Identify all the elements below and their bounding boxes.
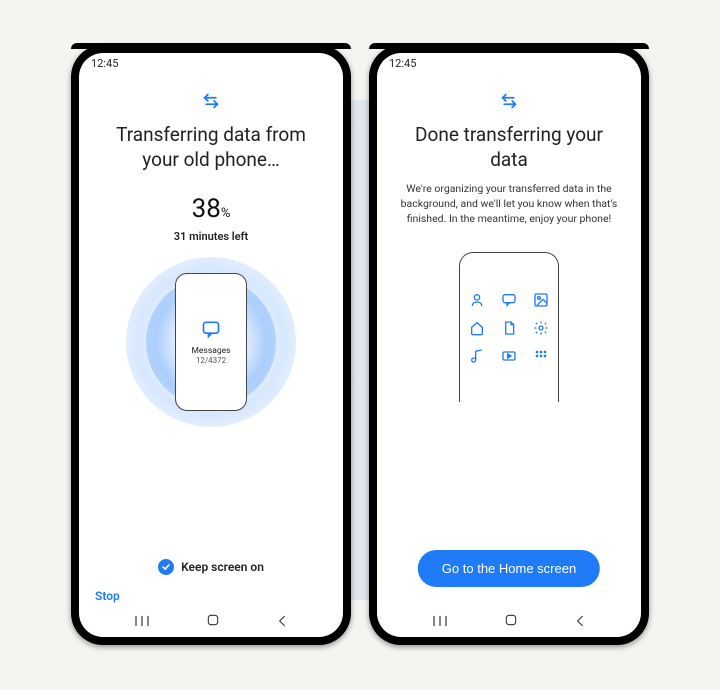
pulse-animation: Messages 12/4372 [126, 257, 296, 427]
nav-back-icon[interactable] [573, 613, 587, 632]
phone-right: 12:45 Done transferring your data We're … [369, 45, 649, 645]
progress-percent: 38% [192, 194, 231, 224]
nav-recents-icon[interactable] [431, 613, 449, 632]
nav-bar [377, 607, 641, 637]
subtext: We're organizing your transferred data i… [395, 182, 623, 226]
go-home-button[interactable]: Go to the Home screen [418, 550, 600, 587]
status-time: 12:45 [91, 57, 118, 70]
nav-recents-icon[interactable] [133, 613, 151, 632]
keep-screen-label: Keep screen on [181, 560, 264, 574]
status-bar: 12:45 [377, 53, 641, 75]
status-time: 12:45 [389, 57, 416, 70]
transfer-icon [201, 93, 221, 113]
keep-screen-on-toggle[interactable]: Keep screen on [79, 559, 343, 575]
phone-left: 12:45 Transferring data from your old ph… [71, 45, 351, 645]
contact-icon [467, 290, 487, 310]
content-right: Done transferring your data We're organi… [377, 75, 641, 607]
content-left: Transferring data from your old phone… 3… [79, 75, 343, 607]
screen-left: 12:45 Transferring data from your old ph… [79, 53, 343, 637]
time-remaining: 31 minutes left [174, 230, 248, 243]
transferred-icons-grid [467, 290, 551, 366]
screen-right: 12:45 Done transferring your data We're … [377, 53, 641, 637]
page-title: Transferring data from your old phone… [97, 123, 325, 172]
percent-value: 38 [192, 194, 221, 224]
page-title: Done transferring your data [395, 123, 623, 172]
mini-phone-graphic: Messages 12/4372 [175, 273, 247, 411]
status-bar: 12:45 [79, 53, 343, 75]
current-item-label: Messages [192, 346, 231, 356]
nav-home-icon[interactable] [205, 612, 221, 632]
percent-sign: % [221, 206, 231, 221]
messages-icon [499, 290, 519, 310]
apps-icon [531, 346, 551, 366]
settings-icon [531, 318, 551, 338]
nav-bar [79, 607, 343, 637]
music-icon [467, 346, 487, 366]
mini-phone-graphic [459, 252, 559, 402]
document-icon [499, 318, 519, 338]
messages-icon [200, 319, 222, 343]
transfer-icon [499, 93, 519, 113]
video-icon [499, 346, 519, 366]
nav-home-icon[interactable] [503, 612, 519, 632]
check-icon [158, 559, 174, 575]
nav-back-icon[interactable] [275, 613, 289, 632]
home-icon [467, 318, 487, 338]
image-icon [531, 290, 551, 310]
current-item-count: 12/4372 [196, 356, 226, 365]
stop-button[interactable]: Stop [95, 589, 120, 603]
